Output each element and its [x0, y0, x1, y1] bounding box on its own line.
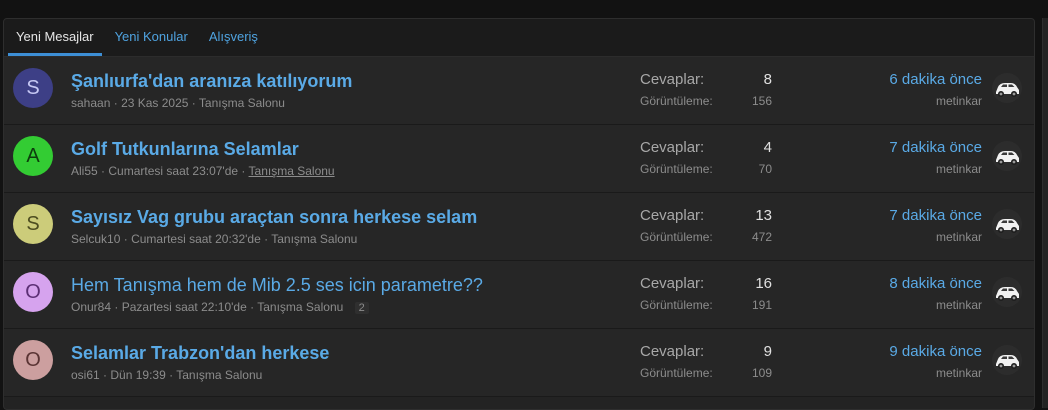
car-avatar-icon: [992, 277, 1022, 307]
views-count: 472: [751, 230, 772, 244]
thread-list: S Şanlıurfa'dan aranıza katılıyorum saha…: [4, 57, 1034, 397]
author-avatar[interactable]: A: [13, 136, 53, 176]
thread-start-date[interactable]: Pazartesi saat 22:10'de: [122, 300, 247, 314]
last-poster-avatar[interactable]: [992, 73, 1022, 103]
last-post-time-link[interactable]: 7 dakika önce: [889, 139, 982, 156]
thread-forum-link[interactable]: Tanışma Salonu: [257, 300, 343, 314]
car-avatar-icon: [992, 345, 1022, 375]
views-label: Görüntüleme:: [640, 162, 713, 176]
replies-count: 4: [763, 139, 772, 156]
author-avatar[interactable]: O: [13, 340, 53, 380]
avatar-letter: O: [25, 280, 41, 303]
replies-label: Cevaplar:: [640, 139, 705, 156]
thread-forum-link[interactable]: Tanışma Salonu: [176, 368, 262, 382]
author-avatar[interactable]: O: [13, 272, 53, 312]
page-jump-link[interactable]: 2: [354, 302, 369, 314]
replies-count: 9: [763, 343, 772, 360]
views-count: 156: [751, 94, 772, 108]
thread-forum-link[interactable]: Tanışma Salonu: [271, 232, 357, 246]
replies-label: Cevaplar:: [640, 71, 705, 88]
thread-row: O Hem Tanışma hem de Mib 2.5 ses icin pa…: [4, 261, 1034, 329]
thread-title-link[interactable]: Sayısız Vag grubu araçtan sonra herkese …: [71, 207, 477, 228]
adjacent-panel-edge: [1042, 18, 1048, 408]
last-poster-avatar[interactable]: [992, 209, 1022, 239]
thread-author-link[interactable]: Ali55: [71, 164, 98, 178]
replies-count: 13: [755, 207, 772, 224]
last-poster-avatar[interactable]: [992, 141, 1022, 171]
thread-author-link[interactable]: sahaan: [71, 96, 110, 110]
last-poster-avatar[interactable]: [992, 277, 1022, 307]
car-avatar-icon: [992, 141, 1022, 171]
meta-separator: ·: [191, 96, 199, 110]
thread-row: S Sayısız Vag grubu araçtan sonra herkes…: [4, 193, 1034, 261]
thread-start-date[interactable]: 23 Kas 2025: [121, 96, 188, 110]
last-post-time-link[interactable]: 9 dakika önce: [889, 343, 982, 360]
last-poster-link[interactable]: metinkar: [936, 162, 982, 176]
last-poster-avatar[interactable]: [992, 345, 1022, 375]
replies-label: Cevaplar:: [640, 275, 705, 292]
new-posts-block: Yeni Mesajlar Yeni Konular Alışveriş S Ş…: [3, 18, 1035, 410]
views-label: Görüntüleme:: [640, 298, 713, 312]
thread-author-link[interactable]: osi61: [71, 368, 100, 382]
thread-meta: Selcuk10 · Cumartesi saat 20:32'de · Tan…: [71, 232, 357, 246]
last-post-time-link[interactable]: 7 dakika önce: [889, 207, 982, 224]
thread-author-link[interactable]: Selcuk10: [71, 232, 120, 246]
car-avatar-icon: [992, 209, 1022, 239]
tab-shopping[interactable]: Alışveriş: [201, 29, 266, 56]
meta-separator: ·: [113, 96, 122, 110]
last-post-time-link[interactable]: 6 dakika önce: [889, 71, 982, 88]
meta-separator: ·: [241, 164, 249, 178]
thread-meta: Onur84 · Pazartesi saat 22:10'de · Tanış…: [71, 300, 369, 314]
thread-start-date[interactable]: Cumartesi saat 23:07'de: [108, 164, 238, 178]
car-avatar-icon: [992, 73, 1022, 103]
views-label: Görüntüleme:: [640, 94, 713, 108]
avatar-letter: A: [26, 144, 40, 167]
meta-separator: ·: [123, 232, 132, 246]
tab-new-posts[interactable]: Yeni Mesajlar: [8, 29, 102, 56]
thread-row: A Golf Tutkunlarına Selamlar Ali55 · Cum…: [4, 125, 1034, 193]
replies-count: 8: [763, 71, 772, 88]
thread-row: O Selamlar Trabzon'dan herkese osi61 · D…: [4, 329, 1034, 397]
last-poster-link[interactable]: metinkar: [936, 366, 982, 380]
avatar-letter: S: [26, 212, 40, 235]
thread-row: S Şanlıurfa'dan aranıza katılıyorum saha…: [4, 57, 1034, 125]
thread-meta: osi61 · Dün 19:39 · Tanışma Salonu: [71, 368, 262, 382]
views-count: 191: [751, 298, 772, 312]
author-avatar[interactable]: S: [13, 68, 53, 108]
last-poster-link[interactable]: metinkar: [936, 230, 982, 244]
meta-separator: ·: [114, 300, 122, 314]
thread-meta: Ali55 · Cumartesi saat 23:07'de · Tanışm…: [71, 164, 335, 178]
replies-label: Cevaplar:: [640, 343, 705, 360]
thread-title-link[interactable]: Golf Tutkunlarına Selamlar: [71, 139, 299, 160]
thread-title-link[interactable]: Hem Tanışma hem de Mib 2.5 ses icin para…: [71, 275, 483, 296]
views-count: 70: [758, 162, 772, 176]
views-count: 109: [751, 366, 772, 380]
thread-title-link[interactable]: Şanlıurfa'dan aranıza katılıyorum: [71, 71, 352, 92]
thread-start-date[interactable]: Dün 19:39: [110, 368, 165, 382]
avatar-letter: S: [26, 76, 40, 99]
thread-start-date[interactable]: Cumartesi saat 20:32'de: [131, 232, 261, 246]
thread-meta: sahaan · 23 Kas 2025 · Tanışma Salonu: [71, 96, 285, 110]
tab-new-threads[interactable]: Yeni Konular: [107, 29, 196, 56]
author-avatar[interactable]: S: [13, 204, 53, 244]
replies-label: Cevaplar:: [640, 207, 705, 224]
last-poster-link[interactable]: metinkar: [936, 298, 982, 312]
replies-count: 16: [755, 275, 772, 292]
thread-forum-link[interactable]: Tanışma Salonu: [199, 96, 285, 110]
views-label: Görüntüleme:: [640, 230, 713, 244]
tab-bar: Yeni Mesajlar Yeni Konular Alışveriş: [4, 19, 1034, 57]
thread-title-link[interactable]: Selamlar Trabzon'dan herkese: [71, 343, 329, 364]
thread-author-link[interactable]: Onur84: [71, 300, 111, 314]
last-post-time-link[interactable]: 8 dakika önce: [889, 275, 982, 292]
last-poster-link[interactable]: metinkar: [936, 94, 982, 108]
views-label: Görüntüleme:: [640, 366, 713, 380]
avatar-letter: O: [25, 348, 41, 371]
thread-forum-link[interactable]: Tanışma Salonu: [249, 164, 335, 178]
